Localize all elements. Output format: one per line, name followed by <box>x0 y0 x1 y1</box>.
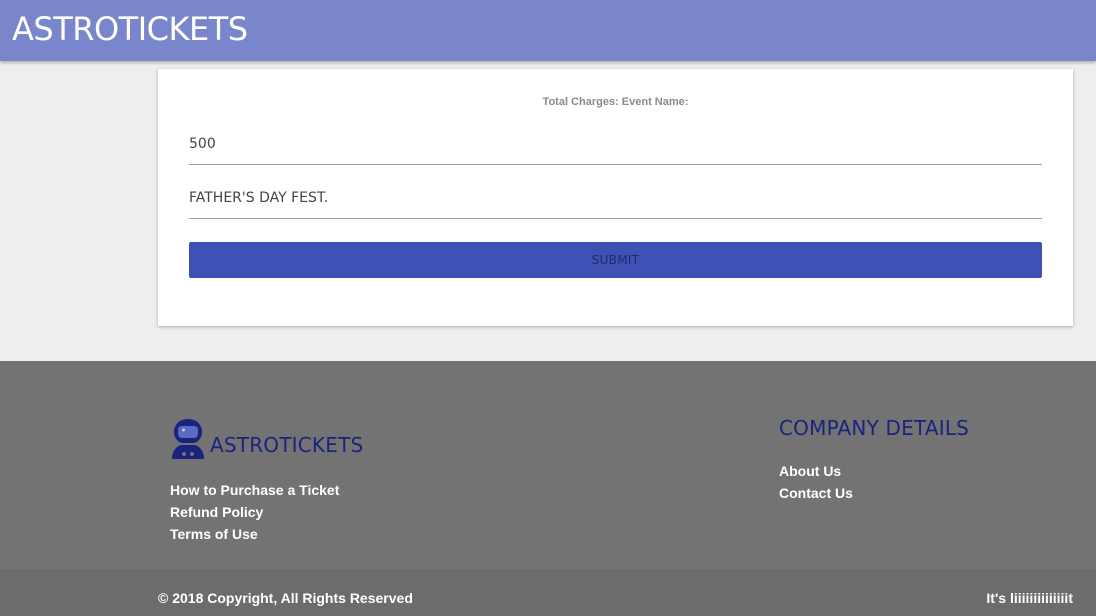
site-footer: ASTROTICKETS How to Purchase a Ticket Re… <box>0 361 1096 616</box>
link-terms-of-use[interactable]: Terms of Use <box>170 523 339 545</box>
payment-form-card: Total Charges: Event Name: SUBMIT <box>158 69 1073 326</box>
total-charges-input[interactable] <box>189 123 1042 165</box>
company-details-heading: COMPANY DETAILS <box>779 416 970 440</box>
company-links: About Us Contact Us <box>779 460 853 504</box>
footer-brand: ASTROTICKETS <box>210 433 364 457</box>
submit-button[interactable]: SUBMIT <box>189 242 1042 278</box>
footer-links: How to Purchase a Ticket Refund Policy T… <box>170 479 339 545</box>
form-header: Total Charges: Event Name: <box>542 96 689 108</box>
tagline-link[interactable]: It's liiiiiiiiiiiiiit <box>986 590 1073 606</box>
link-contact-us[interactable]: Contact Us <box>779 482 853 504</box>
link-about-us[interactable]: About Us <box>779 460 853 482</box>
link-refund-policy[interactable]: Refund Policy <box>170 501 339 523</box>
link-how-to-purchase[interactable]: How to Purchase a Ticket <box>170 479 339 501</box>
site-brand[interactable]: ASTROTICKETS <box>12 10 248 48</box>
astronaut-icon <box>172 419 204 459</box>
copyright-text: © 2018 Copyright, All Rights Reserved <box>158 590 413 606</box>
event-name-input[interactable] <box>189 177 1042 219</box>
footer-copyright-bar: © 2018 Copyright, All Rights Reserved It… <box>0 569 1096 616</box>
top-navbar: ASTROTICKETS <box>0 0 1096 61</box>
